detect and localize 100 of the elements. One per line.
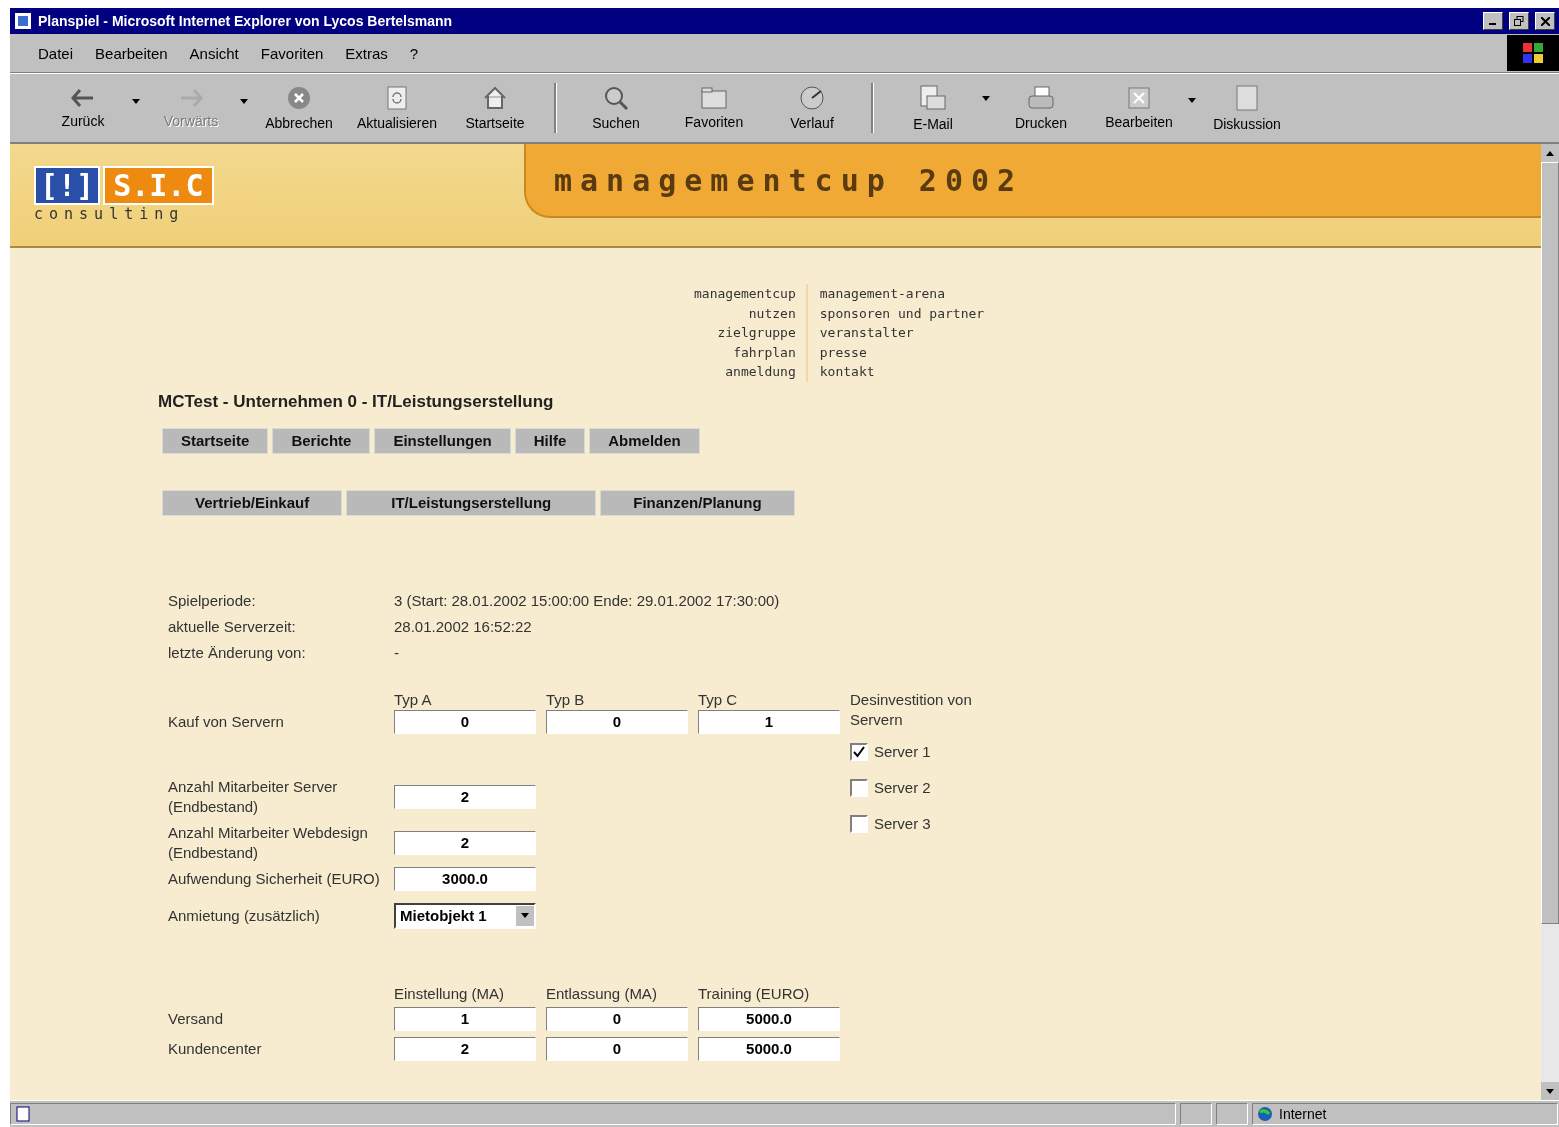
status-pane bbox=[1216, 1103, 1248, 1125]
column-header: Training (EURO) bbox=[698, 984, 810, 1002]
nav-button[interactable]: Einstellungen bbox=[374, 427, 511, 454]
restore-button[interactable] bbox=[1509, 12, 1529, 30]
field-label: Anzahl Mitarbeiter Webdesign (Endbestand) bbox=[168, 822, 369, 863]
number-field[interactable]: 2 bbox=[394, 784, 536, 809]
number-field[interactable]: 2 bbox=[394, 1036, 536, 1061]
toolbar-button[interactable]: E-Mail bbox=[884, 84, 992, 132]
scrollbar[interactable] bbox=[1541, 144, 1559, 1100]
number-field[interactable]: 1 bbox=[698, 709, 840, 734]
nav-link[interactable]: veranstalter bbox=[819, 323, 914, 343]
row-label: Kauf von Servern bbox=[168, 712, 284, 730]
nav-link[interactable]: kontakt bbox=[819, 362, 875, 382]
menu-item[interactable]: ? bbox=[409, 44, 419, 62]
back-arrow-icon bbox=[70, 87, 96, 109]
number-field[interactable]: 0 bbox=[394, 709, 536, 734]
nav-link[interactable]: managementcup bbox=[694, 284, 796, 304]
window-title: Planspiel - Microsoft Internet Explorer von Lycos Bertelsmann bbox=[38, 13, 454, 29]
refresh-icon bbox=[386, 85, 408, 111]
menu-item[interactable]: Favoriten bbox=[260, 44, 324, 62]
nav-button[interactable]: Berichte bbox=[272, 427, 371, 454]
toolbar-button[interactable]: Drucken bbox=[992, 85, 1090, 131]
nav-link[interactable]: zielgruppe bbox=[717, 323, 796, 343]
caret-icon[interactable] bbox=[1188, 98, 1196, 103]
checkbox-label: Server 3 bbox=[874, 813, 931, 834]
nav-link[interactable]: anmeldung bbox=[725, 362, 796, 382]
section-tab[interactable]: Finanzen/Planung bbox=[600, 489, 795, 516]
column-header: Typ C bbox=[698, 690, 738, 708]
toolbar-button[interactable]: Suchen bbox=[567, 85, 665, 131]
nav-link[interactable]: nutzen bbox=[748, 303, 796, 323]
toolbar-button[interactable]: Zurück bbox=[34, 87, 142, 129]
document-icon bbox=[1235, 84, 1259, 112]
number-field[interactable]: 3000.0 bbox=[394, 866, 536, 891]
dropdown-arrow-icon bbox=[521, 913, 529, 918]
page-title: MCTest - Unternehmen 0 - IT/Leistungserstellung bbox=[158, 391, 555, 412]
checkbox[interactable] bbox=[850, 742, 868, 761]
close-icon bbox=[1540, 16, 1550, 26]
number-field[interactable]: 5000.0 bbox=[698, 1036, 840, 1061]
section-tab[interactable]: Vertrieb/Einkauf bbox=[162, 489, 343, 516]
field-label: Anzahl Mitarbeiter Server (Endbestand) bbox=[168, 776, 339, 817]
column-header: Typ B bbox=[546, 690, 585, 708]
page-icon bbox=[15, 1106, 31, 1122]
close-button[interactable] bbox=[1535, 12, 1555, 30]
logo-subtitle: consulting bbox=[34, 205, 186, 223]
home-icon bbox=[482, 85, 508, 111]
nav-link[interactable]: presse bbox=[819, 342, 867, 362]
select-field[interactable]: Mietobjekt 1 bbox=[394, 902, 536, 929]
section-tab[interactable]: IT/Leistungserstellung bbox=[346, 489, 597, 516]
info-value: 28.01.2002 16:52:22 bbox=[394, 616, 533, 637]
toolbar-button[interactable]: Diskussion bbox=[1198, 84, 1296, 132]
edit-icon bbox=[1127, 86, 1151, 110]
nav-link[interactable]: sponsoren und partner bbox=[819, 303, 985, 323]
field-label: Anmietung (zusätzlich) bbox=[168, 906, 320, 924]
column-header: Desinvestition von Servern bbox=[850, 689, 973, 730]
number-field[interactable]: 2 bbox=[394, 830, 536, 855]
toolbar-button[interactable]: Abbrechen bbox=[250, 85, 348, 131]
nav-button[interactable]: Hilfe bbox=[514, 427, 586, 454]
browser-icon bbox=[14, 12, 32, 30]
scroll-up-icon[interactable] bbox=[1546, 150, 1554, 156]
number-field[interactable]: 0 bbox=[546, 1006, 688, 1031]
row-label: Versand bbox=[168, 1009, 224, 1027]
toolbar-button[interactable]: Bearbeiten bbox=[1090, 86, 1198, 130]
info-label: letzte Änderung von: bbox=[168, 642, 307, 663]
nav-link[interactable]: management-arena bbox=[819, 284, 945, 304]
menu-item[interactable]: Datei bbox=[38, 44, 74, 62]
checkbox-label: Server 2 bbox=[874, 777, 931, 798]
info-label: aktuelle Serverzeit: bbox=[168, 616, 297, 637]
nav-link[interactable]: fahrplan bbox=[733, 342, 796, 362]
checkbox-label: Server 1 bbox=[874, 741, 931, 762]
scroll-down-icon[interactable] bbox=[1546, 1088, 1554, 1094]
checkbox[interactable] bbox=[850, 814, 868, 833]
nav-button[interactable]: Abmelden bbox=[589, 427, 700, 454]
menu-item[interactable]: Bearbeiten bbox=[95, 44, 168, 62]
info-value: - bbox=[394, 642, 400, 663]
number-field[interactable]: 1 bbox=[394, 1006, 536, 1031]
mail-icon bbox=[919, 84, 947, 112]
caret-icon[interactable] bbox=[982, 96, 990, 101]
number-field[interactable]: 0 bbox=[546, 709, 688, 734]
number-field[interactable]: 5000.0 bbox=[698, 1006, 840, 1031]
status-pane bbox=[1180, 1103, 1212, 1125]
search-icon bbox=[603, 85, 629, 111]
checkbox[interactable] bbox=[850, 778, 868, 797]
nav-button[interactable]: Startseite bbox=[162, 427, 269, 454]
menu-item[interactable]: Ansicht bbox=[189, 44, 239, 62]
info-label: Spielperiode: bbox=[168, 590, 257, 611]
caret-icon[interactable] bbox=[132, 99, 140, 104]
row-label: Kundencenter bbox=[168, 1039, 262, 1057]
toolbar-button[interactable]: Verlauf bbox=[763, 85, 861, 131]
toolbar-button[interactable]: Startseite bbox=[446, 85, 544, 131]
folder-icon bbox=[700, 86, 728, 110]
column-header: Entlassung (MA) bbox=[546, 984, 657, 1002]
restore-icon bbox=[1514, 16, 1524, 26]
toolbar-button[interactable]: Aktualisieren bbox=[348, 85, 446, 131]
minimize-button[interactable] bbox=[1483, 12, 1503, 30]
menu-item[interactable]: Extras bbox=[345, 44, 388, 62]
info-value: 3 (Start: 28.01.2002 15:00:00 Ende: 29.01.2002 17:30:00) bbox=[394, 590, 781, 611]
logo-name: S.I.C bbox=[103, 166, 214, 205]
toolbar-button[interactable]: Favoriten bbox=[665, 86, 763, 130]
banner-title: managementcup 2002 bbox=[554, 162, 1024, 198]
number-field[interactable]: 0 bbox=[546, 1036, 688, 1061]
